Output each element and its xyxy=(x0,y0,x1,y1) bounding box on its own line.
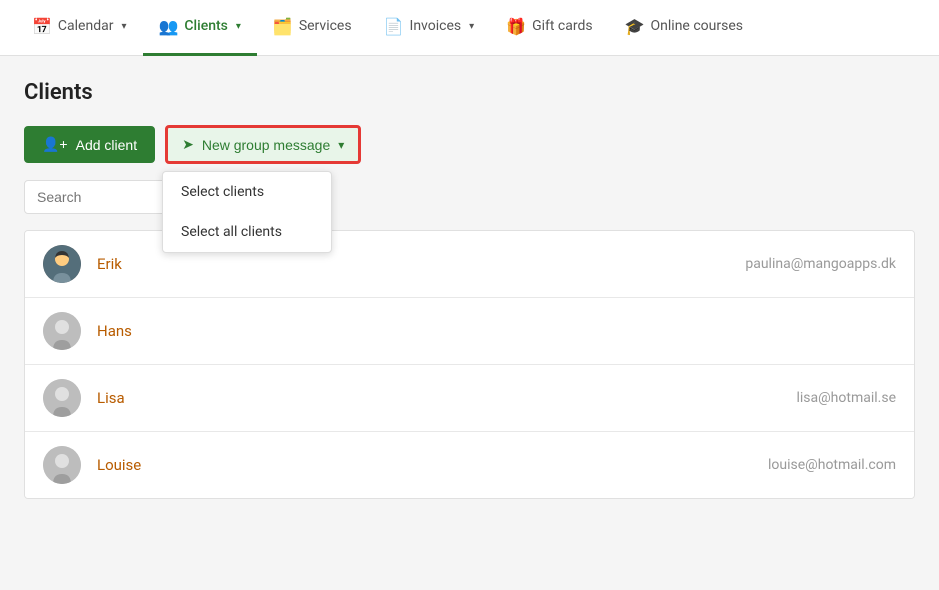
nav-item-clients[interactable]: 👥 Clients ▾ xyxy=(143,0,257,56)
clients-icon: 👥 xyxy=(159,17,179,36)
client-email: lisa@hotmail.se xyxy=(796,390,896,406)
nav-item-services[interactable]: 🗂️ Services xyxy=(257,0,368,56)
invoices-icon: 📄 xyxy=(384,17,404,36)
client-name: Lisa xyxy=(97,389,796,407)
calendar-icon: 📅 xyxy=(32,17,52,36)
chevron-down-icon: ▾ xyxy=(469,21,474,32)
search-input[interactable] xyxy=(24,180,184,214)
dropdown-item-select-all-clients[interactable]: Select all clients xyxy=(163,212,331,252)
chevron-down-icon: ▾ xyxy=(236,21,241,32)
message-icon: ➤ xyxy=(182,136,194,153)
dropdown-item-select-clients[interactable]: Select clients xyxy=(163,172,331,212)
table-row[interactable]: Louise louise@hotmail.com xyxy=(25,432,914,498)
main-content: Clients 👤+ Add client ➤ New group messag… xyxy=(0,56,939,590)
avatar xyxy=(43,245,81,283)
client-email: paulina@mangoapps.dk xyxy=(745,256,896,272)
client-name: Erik xyxy=(97,255,745,273)
top-navigation: 📅 Calendar ▾ 👥 Clients ▾ 🗂️ Services 📄 I… xyxy=(0,0,939,56)
table-row[interactable]: Hans xyxy=(25,298,914,365)
client-name: Louise xyxy=(97,456,768,474)
services-icon: 🗂️ xyxy=(273,17,293,36)
new-group-message-button[interactable]: ➤ New group message ▾ xyxy=(165,125,361,164)
online-courses-icon: 🎓 xyxy=(625,17,645,36)
chevron-down-icon: ▾ xyxy=(338,138,344,152)
gift-cards-icon: 🎁 xyxy=(506,17,526,36)
add-client-icon: 👤+ xyxy=(42,136,68,153)
nav-item-gift-cards[interactable]: 🎁 Gift cards xyxy=(490,0,608,56)
nav-item-online-courses[interactable]: 🎓 Online courses xyxy=(609,0,759,56)
search-bar xyxy=(24,180,915,214)
table-row[interactable]: Lisa lisa@hotmail.se xyxy=(25,365,914,432)
add-client-button[interactable]: 👤+ Add client xyxy=(24,126,155,163)
new-group-dropdown: Select clients Select all clients xyxy=(162,171,332,253)
table-row[interactable]: Erik paulina@mangoapps.dk xyxy=(25,231,914,298)
action-bar: 👤+ Add client ➤ New group message ▾ Sele… xyxy=(24,125,915,164)
avatar xyxy=(43,446,81,484)
client-email: louise@hotmail.com xyxy=(768,457,896,473)
nav-item-calendar[interactable]: 📅 Calendar ▾ xyxy=(16,0,143,56)
avatar xyxy=(43,379,81,417)
client-name: Hans xyxy=(97,322,896,340)
chevron-down-icon: ▾ xyxy=(121,21,126,32)
nav-item-invoices[interactable]: 📄 Invoices ▾ xyxy=(368,0,491,56)
client-list: Erik paulina@mangoapps.dk Hans xyxy=(24,230,915,499)
avatar xyxy=(43,312,81,350)
page-title: Clients xyxy=(24,80,915,105)
